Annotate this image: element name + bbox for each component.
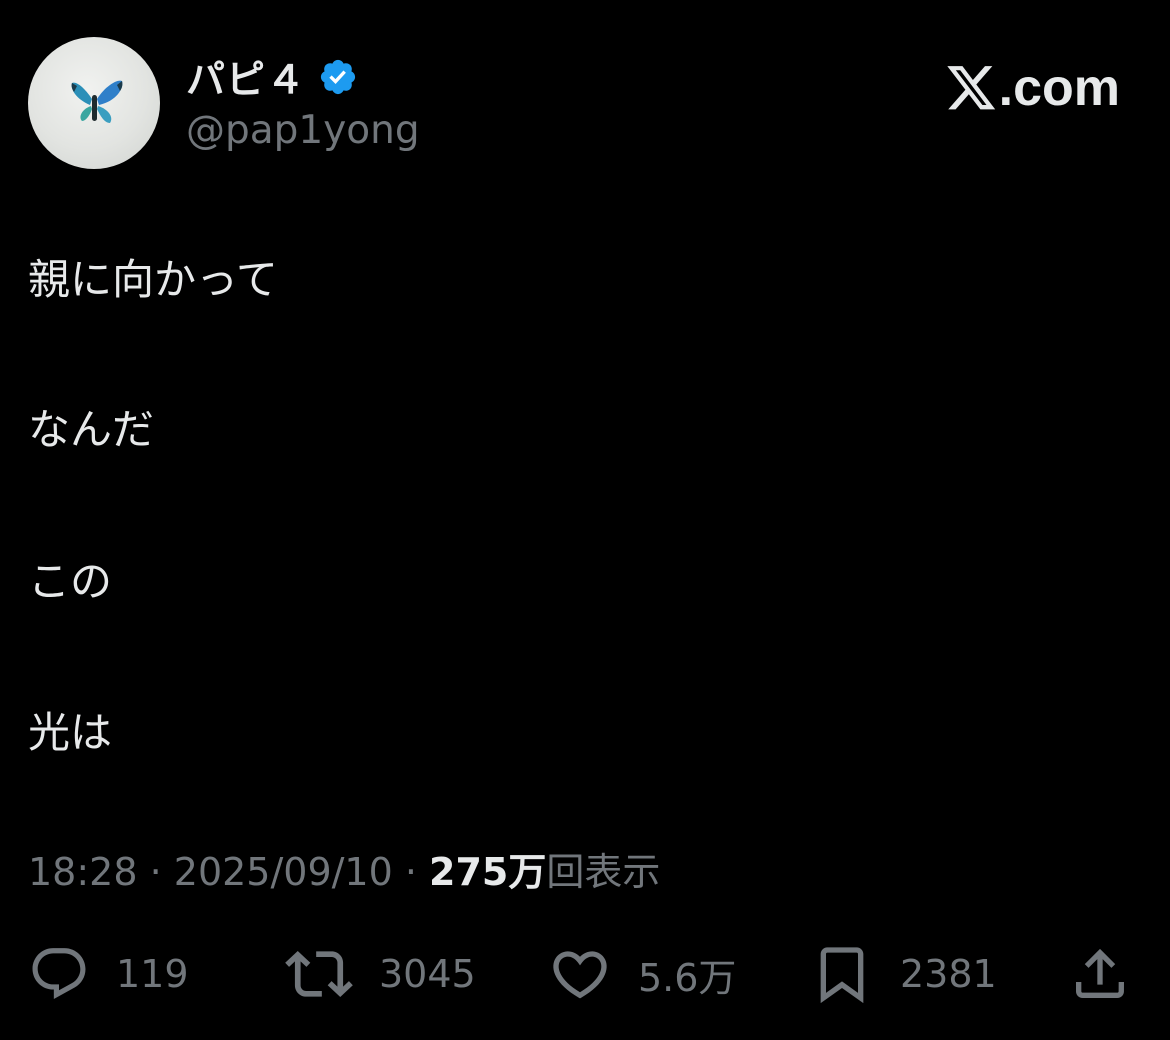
- retweet-count: 3045: [379, 952, 476, 996]
- tweet-text-line: 親に向かって: [28, 255, 278, 304]
- views-label: 回表示: [546, 850, 661, 894]
- author-avatar[interactable]: [28, 37, 160, 169]
- reply-button[interactable]: 119: [28, 940, 189, 1008]
- tweet-meta: 18:28 · 2025/09/10 · 275万回表示: [28, 848, 660, 896]
- action-bar: 119 3045 5.6万 2381: [0, 940, 1170, 1008]
- like-count: 5.6万: [638, 955, 737, 1000]
- retweet-icon: [285, 950, 353, 998]
- meta-separator: ·: [392, 850, 430, 894]
- bookmark-count: 2381: [900, 952, 997, 996]
- x-brand: .com: [946, 55, 1120, 121]
- x-logo-icon: [946, 66, 995, 110]
- bookmark-icon: [820, 947, 864, 1004]
- retweet-button[interactable]: 3045: [285, 940, 476, 1008]
- reply-count: 119: [116, 952, 189, 996]
- tweet-text-line: 光は: [28, 708, 113, 757]
- tweet-text-line: この: [28, 557, 113, 606]
- tweet-date[interactable]: 2025/09/10: [174, 850, 393, 894]
- heart-icon: [553, 951, 607, 999]
- author-display-name[interactable]: パピ４: [186, 49, 306, 105]
- share-button[interactable]: [1068, 940, 1132, 1008]
- author-name-row[interactable]: パピ４: [186, 50, 358, 104]
- bookmark-button[interactable]: 2381: [810, 940, 997, 1008]
- tweet-text-line: なんだ: [28, 405, 155, 454]
- views-count: 275万: [429, 850, 547, 894]
- verified-badge-icon: [320, 59, 356, 95]
- tweet-time[interactable]: 18:28: [28, 850, 138, 894]
- reply-icon: [32, 948, 86, 1000]
- butterfly-icon: [71, 80, 123, 123]
- meta-separator: ·: [137, 850, 174, 894]
- like-button[interactable]: 5.6万: [548, 940, 736, 1008]
- author-handle[interactable]: @pap1yong: [186, 108, 420, 153]
- share-icon: [1076, 948, 1124, 998]
- brand-text: .com: [998, 59, 1120, 117]
